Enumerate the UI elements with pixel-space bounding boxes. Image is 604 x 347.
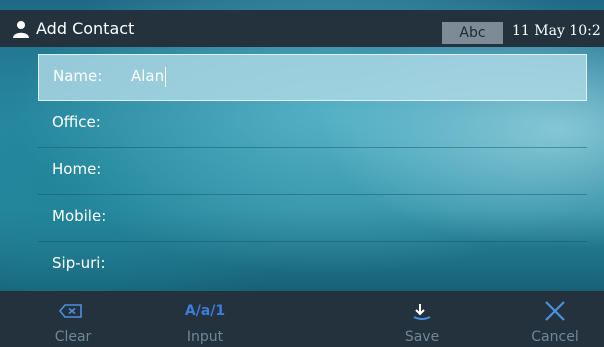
clear-softkey[interactable]: Clear: [23, 291, 123, 347]
office-field-label: Office:: [52, 113, 101, 131]
date-time: 11 May 10:2: [512, 23, 601, 39]
name-field[interactable]: Name: Alan: [38, 54, 587, 101]
softkey-bar: Clear A/a/1 Input Save Cancel: [0, 291, 604, 347]
input-softkey[interactable]: A/a/1 Input: [155, 291, 255, 347]
sip-uri-field-label: Sip-uri:: [52, 254, 106, 272]
save-softkey[interactable]: Save: [372, 291, 472, 347]
text-cursor: [165, 67, 166, 87]
contact-person-icon: [13, 21, 29, 38]
close-x-icon: [545, 301, 565, 321]
cancel-softkey[interactable]: Cancel: [505, 291, 604, 347]
mobile-field[interactable]: Mobile:: [38, 195, 587, 242]
name-field-label: Name:: [53, 67, 103, 85]
cancel-softkey-label: Cancel: [531, 329, 579, 345]
title-bar: Add Contact Abc 11 May 10:2: [0, 10, 604, 47]
input-mode-glyph: A/a/1: [184, 303, 226, 319]
save-softkey-label: Save: [404, 329, 440, 345]
screen: Add Contact Abc 11 May 10:2 Name: Alan O…: [0, 0, 604, 347]
save-download-icon: [413, 304, 431, 320]
name-field-value[interactable]: Alan: [131, 67, 164, 85]
input-mode-badge: Abc: [442, 22, 503, 44]
clear-softkey-label: Clear: [54, 329, 92, 345]
home-field-label: Home:: [52, 160, 102, 178]
home-field[interactable]: Home:: [38, 148, 587, 195]
page-title: Add Contact: [36, 19, 135, 38]
mobile-field-label: Mobile:: [52, 207, 107, 225]
sip-uri-field[interactable]: Sip-uri:: [38, 242, 587, 289]
office-field[interactable]: Office:: [38, 101, 587, 148]
input-softkey-label: Input: [186, 329, 224, 345]
backspace-x-icon: [58, 304, 82, 318]
